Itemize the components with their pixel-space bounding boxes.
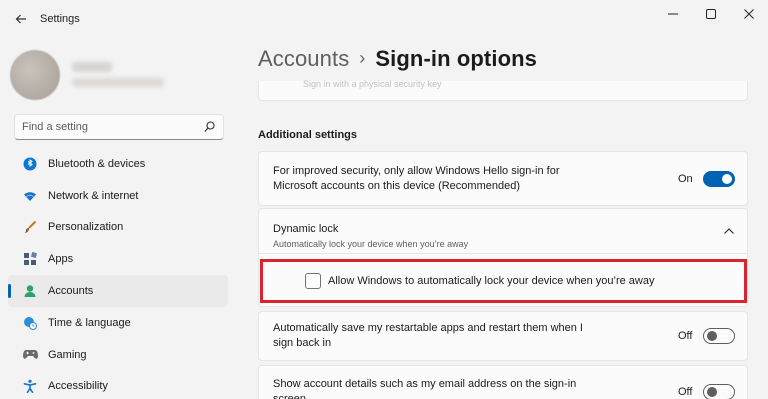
restart-apps-setting: Automatically save my restartable apps a… bbox=[258, 311, 748, 361]
sidebar-item-bluetooth[interactable]: Bluetooth & devices bbox=[8, 148, 228, 180]
title-bar: Settings bbox=[0, 0, 768, 40]
sidebar-item-label: Time & language bbox=[48, 316, 131, 329]
close-button[interactable] bbox=[730, 0, 768, 28]
close-icon bbox=[744, 9, 754, 19]
sidebar-item-label: Personalization bbox=[48, 221, 124, 234]
toggle-knob bbox=[707, 331, 717, 341]
security-key-text: Sign in with a physical security key bbox=[303, 79, 442, 89]
setting-description: For improved security, only allow Window… bbox=[273, 165, 560, 192]
setting-description: Automatically save my restartable apps a… bbox=[273, 322, 583, 349]
toggle-state-label: On bbox=[678, 173, 693, 185]
toggle-state-label: Off bbox=[678, 330, 693, 342]
wifi-icon bbox=[22, 188, 38, 204]
account-details-toggle[interactable] bbox=[703, 384, 735, 399]
toggle-knob bbox=[707, 387, 717, 397]
sidebar-item-label: Network & internet bbox=[48, 189, 139, 202]
section-title: Additional settings bbox=[258, 129, 357, 141]
back-arrow-icon bbox=[15, 14, 26, 24]
back-button[interactable] bbox=[10, 9, 32, 31]
sidebar-item-label: Accounts bbox=[48, 285, 94, 298]
chevron-up-icon[interactable] bbox=[723, 227, 735, 235]
setting-description: Show account details such as my email ad… bbox=[273, 378, 577, 399]
sidebar-item-accessibility[interactable]: Accessibility bbox=[8, 371, 228, 399]
user-email-redacted bbox=[72, 78, 164, 87]
dynamic-lock-checkbox-label[interactable]: Allow Windows to automatically lock your… bbox=[328, 275, 654, 287]
breadcrumb-parent[interactable]: Accounts bbox=[258, 46, 349, 71]
sidebar-item-network[interactable]: Network & internet bbox=[8, 180, 228, 212]
account-details-setting: Show account details such as my email ad… bbox=[258, 365, 748, 399]
page-title: Sign-in options bbox=[375, 46, 537, 71]
toggle-knob bbox=[722, 174, 732, 184]
search-box[interactable] bbox=[14, 114, 224, 140]
restart-apps-toggle[interactable] bbox=[703, 328, 735, 344]
dynamic-lock-header[interactable]: Dynamic lock Automatically lock your dev… bbox=[258, 208, 748, 254]
breadcrumb-separator: › bbox=[359, 48, 366, 68]
sidebar: Bluetooth & devices Network & internet P… bbox=[0, 40, 236, 399]
maximize-button[interactable] bbox=[692, 0, 730, 28]
windows-hello-only-toggle[interactable] bbox=[703, 171, 735, 187]
avatar bbox=[10, 50, 60, 100]
brush-icon bbox=[22, 219, 38, 235]
window-controls bbox=[654, 0, 768, 30]
sidebar-item-label: Accessibility bbox=[48, 380, 108, 393]
sidebar-item-label: Gaming bbox=[48, 348, 87, 361]
account-icon bbox=[22, 283, 38, 299]
bluetooth-icon bbox=[22, 156, 38, 172]
sidebar-item-apps[interactable]: Apps bbox=[8, 243, 228, 275]
dynamic-lock-checkbox[interactable] bbox=[305, 273, 321, 289]
user-profile[interactable] bbox=[10, 50, 230, 110]
apps-icon bbox=[22, 251, 38, 267]
sidebar-item-personalization[interactable]: Personalization bbox=[8, 212, 228, 244]
security-key-card[interactable]: Sign in with a physical security key bbox=[258, 79, 748, 101]
main-content: Accounts › Sign-in options Sign in with a … bbox=[236, 40, 768, 399]
gamepad-icon bbox=[22, 347, 38, 363]
sidebar-item-time-language[interactable]: Time & language bbox=[8, 307, 228, 339]
dynamic-lock-title: Dynamic lock bbox=[273, 223, 339, 235]
user-name-redacted bbox=[72, 62, 112, 72]
globe-clock-icon bbox=[22, 315, 38, 331]
sidebar-item-label: Bluetooth & devices bbox=[48, 157, 146, 170]
accessibility-icon bbox=[22, 378, 38, 394]
app-title: Settings bbox=[40, 13, 80, 25]
toggle-state-label: Off bbox=[678, 386, 693, 398]
search-input[interactable] bbox=[22, 119, 192, 135]
minimize-button[interactable] bbox=[654, 0, 692, 28]
sidebar-item-label: Apps bbox=[48, 253, 74, 266]
minimize-icon bbox=[668, 13, 678, 15]
sidebar-nav: Bluetooth & devices Network & internet P… bbox=[8, 148, 228, 399]
windows-hello-only-setting: For improved security, only allow Window… bbox=[258, 151, 748, 206]
dynamic-lock-subtitle: Automatically lock your device when you’… bbox=[273, 239, 469, 249]
sidebar-item-accounts[interactable]: Accounts bbox=[8, 275, 228, 307]
maximize-icon bbox=[706, 9, 716, 19]
breadcrumb: Accounts › Sign-in options bbox=[258, 46, 537, 72]
sidebar-item-gaming[interactable]: Gaming bbox=[8, 339, 228, 371]
search-icon[interactable] bbox=[204, 121, 215, 133]
